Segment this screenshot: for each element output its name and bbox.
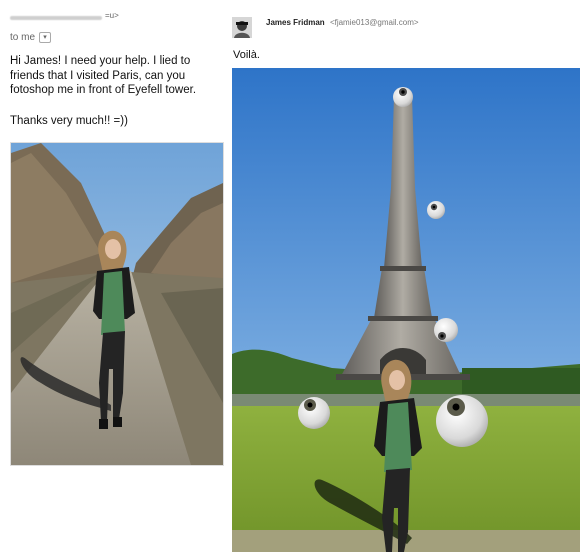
edited-photo bbox=[232, 68, 580, 552]
reply-header: James Fridman <fjamie013@gmail.com> bbox=[266, 18, 419, 27]
reply-message: Voilà. bbox=[233, 49, 260, 61]
eyeball bbox=[427, 201, 445, 219]
author-email: <fjamie013@gmail.com> bbox=[329, 18, 419, 27]
eyeball bbox=[393, 87, 413, 107]
sender-address-redacted: =u> bbox=[10, 11, 130, 22]
eyeball bbox=[434, 318, 458, 342]
recipient-row: to me ▾ bbox=[10, 32, 52, 43]
message-line: fotoshop me in front of Eyefell tower. bbox=[10, 84, 197, 96]
message-line: Hi James! I need your help. I lied to bbox=[10, 55, 191, 67]
reply-email: James Fridman <fjamie013@gmail.com> Voil… bbox=[228, 0, 580, 552]
thanks-line: Thanks very much!! =)) bbox=[10, 115, 128, 127]
recipient-label: to me bbox=[10, 32, 36, 43]
eyeball bbox=[436, 395, 488, 447]
chevron-down-icon[interactable]: ▾ bbox=[39, 32, 52, 43]
redacted-sender bbox=[10, 16, 102, 20]
original-photo bbox=[10, 142, 224, 466]
sender-suffix: =u> bbox=[105, 11, 119, 20]
person-avatar-icon[interactable] bbox=[232, 17, 252, 38]
author-name[interactable]: James Fridman bbox=[266, 18, 325, 27]
message-body: Hi James! I need your help. I lied to fr… bbox=[10, 54, 224, 98]
eyeball bbox=[298, 397, 330, 429]
message-line: friends that I visited Paris, can you bbox=[10, 69, 186, 82]
original-email: =u> to me ▾ Hi James! I need your help. … bbox=[0, 0, 228, 552]
